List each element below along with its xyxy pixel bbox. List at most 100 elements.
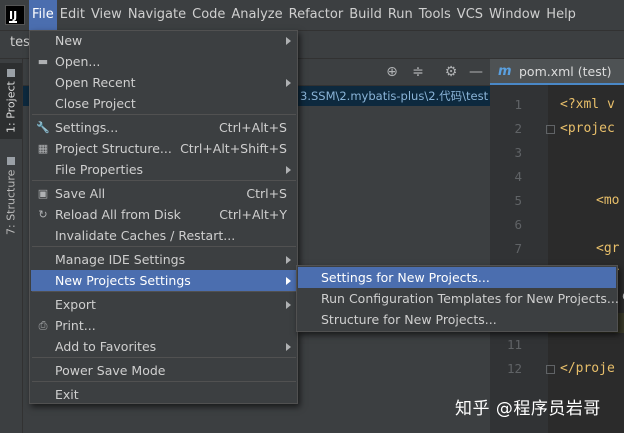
file-menu-item-open-recent[interactable]: Open Recent [31, 72, 297, 93]
line-number: 11 [506, 337, 522, 352]
wrench-icon: 🔧 [36, 121, 50, 134]
code-line: <mo [596, 193, 620, 208]
print-icon: ⎙ [38, 318, 48, 332]
line-number: 6 [514, 217, 522, 232]
submenu-arrow-icon [286, 36, 291, 45]
locate-icon[interactable]: ⊕ [383, 63, 401, 81]
menu-separator [32, 246, 296, 247]
file-menu-item-label: Open Recent [55, 75, 136, 90]
file-menu-item-new-projects-settings[interactable]: New Projects Settings [31, 270, 297, 291]
tab-structure[interactable]: 7: Structure [0, 151, 22, 241]
submenu-item-settings-for-new-projects[interactable]: Settings for New Projects... [298, 267, 616, 288]
menu-view[interactable]: View [88, 0, 125, 30]
file-menu-item-label: Settings... [55, 120, 119, 135]
file-menu-item-label: Export [55, 297, 96, 312]
fold-marker-icon[interactable] [546, 365, 555, 374]
zhihu-watermark: 知乎 @程序员岩哥 [455, 399, 601, 419]
file-menu-item-project-structure[interactable]: ▦ Project Structure... Ctrl+Alt+Shift+S [31, 138, 297, 159]
line-number: 1 [514, 97, 522, 112]
file-menu-item-settings[interactable]: 🔧 Settings... Ctrl+Alt+S [31, 117, 297, 138]
menu-build[interactable]: Build [346, 0, 385, 30]
file-menu-item-label: Exit [55, 387, 79, 402]
file-menu-item-shortcut: Ctrl+S [246, 186, 287, 201]
save-icon: ▣ [37, 187, 49, 200]
file-menu-item-label: Power Save Mode [55, 363, 166, 378]
menu-separator [32, 180, 296, 181]
gear-icon[interactable]: ⚙ [442, 63, 460, 81]
code-line: </proje [560, 361, 615, 376]
menu-analyze[interactable]: Analyze [228, 0, 285, 30]
file-menu-item-reload-all-from-disk[interactable]: ↻ Reload All from Disk Ctrl+Alt+Y [31, 204, 297, 225]
file-menu-item-print[interactable]: ⎙ Print... [31, 315, 297, 336]
submenu-arrow-icon [286, 165, 291, 174]
menu-refactor[interactable]: Refactor [286, 0, 347, 30]
file-menu-item-exit[interactable]: Exit [31, 384, 297, 405]
submenu-arrow-icon [286, 78, 291, 87]
file-menu-item-open[interactable]: ▬ Open... [31, 51, 297, 72]
file-menu-item-label: Add to Favorites [55, 339, 157, 354]
reload-icon: ↻ [38, 208, 48, 221]
submenu-item-run-configuration-templates-for-new-projects[interactable]: Run Configuration Templates for New Proj… [298, 288, 619, 309]
file-menu-item-close-project[interactable]: Close Project [31, 93, 297, 114]
file-menu-item-add-to-favorites[interactable]: Add to Favorites [31, 336, 297, 357]
menu-file[interactable]: File [29, 0, 57, 30]
submenu-item-label: Settings for New Projects... [321, 270, 490, 285]
file-menu-item-label: Project Structure... [55, 141, 172, 156]
file-menu-item-label: New [55, 33, 83, 48]
file-menu-item-invalidate-caches-restart[interactable]: Invalidate Caches / Restart... [31, 225, 297, 246]
tab-structure-label: 7: Structure [4, 169, 18, 235]
submenu-item-structure-for-new-projects[interactable]: Structure for New Projects... [298, 309, 616, 330]
fold-marker-icon[interactable] [546, 125, 555, 134]
collapse-all-icon[interactable]: ≑ [409, 63, 427, 81]
menu-tools[interactable]: Tools [416, 0, 454, 30]
menu-separator [32, 381, 296, 382]
intellij-logo-icon: IJ [5, 5, 25, 25]
code-line: <?xml v [560, 97, 615, 112]
file-menu-item-power-save-mode[interactable]: Power Save Mode [31, 360, 297, 381]
new-projects-settings-submenu: Settings for New Projects... Run Configur… [296, 265, 619, 332]
file-menu-item-label: File Properties [55, 162, 144, 177]
file-menu-item-export[interactable]: Export [31, 294, 297, 315]
menu-run[interactable]: Run [385, 0, 416, 30]
menu-separator [32, 357, 296, 358]
file-menu-item-new[interactable]: New [31, 30, 297, 51]
project-name[interactable]: tes [10, 35, 30, 50]
menu-help[interactable]: Help [543, 0, 579, 30]
menu-window[interactable]: Window [486, 0, 543, 30]
file-menu-item-shortcut: Ctrl+Alt+S [218, 120, 287, 135]
submenu-arrow-icon [286, 300, 291, 309]
file-menu-item-label: Manage IDE Settings [55, 252, 186, 267]
file-menu-item-file-properties[interactable]: File Properties [31, 159, 297, 180]
folder-icon: ▬ [37, 55, 49, 68]
submenu-arrow-icon [286, 342, 291, 351]
main-menubar: IJ File Edit View Navigate Code Analyze … [0, 0, 624, 31]
code-line: <projec [560, 121, 615, 136]
menu-separator [32, 291, 296, 292]
menu-vcs[interactable]: VCS [454, 0, 486, 30]
tab-project[interactable]: 1: Project [0, 63, 22, 139]
file-menu-item-manage-ide-settings[interactable]: Manage IDE Settings [31, 249, 297, 270]
submenu-item-label: Run Configuration Templates for New Proj… [321, 291, 619, 306]
file-menu-item-label: Invalidate Caches / Restart... [55, 228, 236, 243]
line-number: 3 [514, 145, 522, 160]
line-number: 5 [514, 193, 522, 208]
submenu-item-label: Structure for New Projects... [321, 312, 497, 327]
file-menu-item-label: Print... [55, 318, 96, 333]
folder-icon [7, 69, 15, 78]
editor-tab-label: pom.xml (test) [519, 64, 612, 79]
file-menu-item-save-all[interactable]: ▣ Save All Ctrl+S [31, 183, 297, 204]
menu-navigate[interactable]: Navigate [125, 0, 189, 30]
file-menu-item-shortcut: Ctrl+Alt+Shift+S [180, 141, 287, 156]
line-number: 2 [514, 121, 522, 136]
structure-icon [7, 157, 15, 166]
file-menu-item-label: Close Project [55, 96, 136, 111]
file-menu-item-label: Open... [55, 54, 101, 69]
line-number: 12 [506, 361, 522, 376]
menu-separator [32, 114, 296, 115]
editor-tab-pom[interactable]: m pom.xml (test) [490, 59, 624, 85]
file-menu-dropdown: New ▬ Open... Open Recent Close Project 🔧 Sett… [29, 30, 298, 404]
minimize-icon[interactable]: — [467, 63, 485, 81]
menu-edit[interactable]: Edit [57, 0, 88, 30]
file-menu-item-shortcut: Ctrl+Alt+Y [219, 207, 287, 222]
menu-code[interactable]: Code [189, 0, 228, 30]
